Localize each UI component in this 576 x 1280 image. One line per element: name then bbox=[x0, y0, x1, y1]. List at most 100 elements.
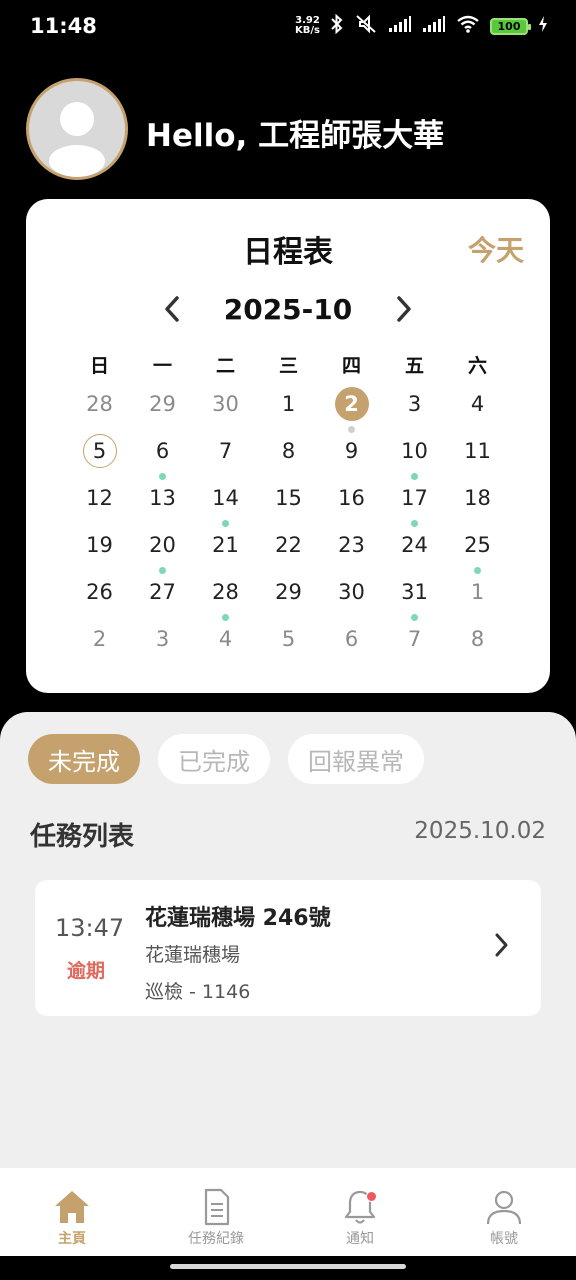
calendar-day-selected[interactable]: 2 bbox=[320, 387, 383, 434]
chevron-left-icon bbox=[164, 296, 179, 322]
calendar-day-number: 8 bbox=[470, 627, 485, 651]
nav-account[interactable]: 帳號 bbox=[444, 1188, 564, 1248]
calendar-day[interactable]: 25 bbox=[446, 528, 509, 575]
calendar-card: 日程表 今天 2025-10 日一二三四五六 28 29 30 1 2 3 4 5 6 7 8 9 10… bbox=[26, 199, 550, 693]
status-time: 11:48 bbox=[30, 14, 97, 38]
calendar-day[interactable]: 8 bbox=[257, 434, 320, 481]
calendar-day-number: 6 bbox=[344, 627, 359, 651]
nav-account-label: 帳號 bbox=[490, 1231, 518, 1247]
calendar-day[interactable]: 21 bbox=[194, 528, 257, 575]
event-indicator-dot bbox=[474, 567, 481, 574]
calendar-day[interactable]: 10 bbox=[383, 434, 446, 481]
nav-task-records-label: 任務紀錄 bbox=[188, 1231, 244, 1247]
weekday-label: 日 bbox=[89, 355, 109, 377]
calendar-day[interactable]: 29 bbox=[257, 575, 320, 622]
prev-month-button[interactable] bbox=[158, 291, 186, 327]
calendar-day[interactable]: 30 bbox=[194, 387, 257, 434]
calendar-day-number: 11 bbox=[464, 439, 491, 463]
calendar-day[interactable]: 27 bbox=[131, 575, 194, 622]
calendar-day[interactable]: 13 bbox=[131, 481, 194, 528]
calendar-day-number: 10 bbox=[401, 439, 428, 463]
weekday-label: 六 bbox=[467, 355, 487, 377]
calendar-day[interactable]: 7 bbox=[194, 434, 257, 481]
gesture-handle[interactable] bbox=[170, 1264, 406, 1269]
calendar-day[interactable]: 5 bbox=[257, 622, 320, 669]
calendar-day[interactable]: 28 bbox=[68, 387, 131, 434]
calendar-day[interactable]: 24 bbox=[383, 528, 446, 575]
calendar-day[interactable]: 6 bbox=[320, 622, 383, 669]
calendar-day[interactable]: 12 bbox=[68, 481, 131, 528]
calendar-day-number: 19 bbox=[86, 533, 113, 557]
nav-task-records[interactable]: 任務紀錄 bbox=[156, 1188, 276, 1248]
calendar-day[interactable]: 6 bbox=[131, 434, 194, 481]
charging-icon bbox=[538, 15, 548, 37]
calendar-day-number: 6 bbox=[155, 439, 170, 463]
calendar-day[interactable]: 31 bbox=[383, 575, 446, 622]
tab-incomplete[interactable]: 未完成 bbox=[28, 734, 140, 784]
status-bar: 11:48 3.92 KB/s 100 bbox=[0, 0, 576, 56]
calendar-day-number: 16 bbox=[338, 486, 365, 510]
nav-notifications[interactable]: 通知 bbox=[300, 1188, 420, 1248]
calendar-day[interactable]: 16 bbox=[320, 481, 383, 528]
weekday-label: 二 bbox=[215, 355, 235, 377]
event-indicator-dot bbox=[159, 473, 166, 480]
calendar-day[interactable]: 11 bbox=[446, 434, 509, 481]
weekday-label: 一 bbox=[152, 355, 172, 377]
calendar-day-number: 26 bbox=[86, 580, 113, 604]
tab-report-issue[interactable]: 回報異常 bbox=[288, 734, 424, 784]
calendar-day-number: 18 bbox=[464, 486, 491, 510]
next-month-button[interactable] bbox=[390, 291, 418, 327]
task-time: 13:47 bbox=[55, 914, 125, 942]
calendar-day[interactable]: 22 bbox=[257, 528, 320, 575]
task-card[interactable]: 13:47 逾期 花蓮瑞穗場 246號 花蓮瑞穗場 巡檢 - 1146 bbox=[35, 880, 541, 1016]
document-icon bbox=[204, 1188, 230, 1226]
calendar-day[interactable]: 3 bbox=[383, 387, 446, 434]
calendar-day-number: 8 bbox=[281, 439, 296, 463]
calendar-day-number: 17 bbox=[401, 486, 428, 510]
calendar-day[interactable]: 18 bbox=[446, 481, 509, 528]
weekday-label: 五 bbox=[404, 355, 424, 377]
nav-home[interactable]: 主頁 bbox=[12, 1188, 132, 1248]
bottom-nav: 主頁 任務紀錄 通知 帳號 bbox=[0, 1168, 576, 1256]
calendar-day-number: 31 bbox=[401, 580, 428, 604]
calendar-day[interactable]: 14 bbox=[194, 481, 257, 528]
calendar-day-number: 5 bbox=[281, 627, 296, 651]
avatar[interactable] bbox=[26, 78, 128, 180]
event-indicator-dot bbox=[348, 426, 355, 433]
calendar-day[interactable]: 4 bbox=[446, 387, 509, 434]
calendar-day[interactable]: 28 bbox=[194, 575, 257, 622]
calendar-day[interactable]: 1 bbox=[257, 387, 320, 434]
calendar-day[interactable]: 3 bbox=[131, 622, 194, 669]
calendar-day[interactable]: 20 bbox=[131, 528, 194, 575]
home-icon bbox=[55, 1191, 89, 1223]
calendar-day[interactable]: 29 bbox=[131, 387, 194, 434]
calendar-day[interactable]: 23 bbox=[320, 528, 383, 575]
signal-icon bbox=[388, 15, 412, 37]
calendar-day[interactable]: 17 bbox=[383, 481, 446, 528]
calendar-day[interactable]: 8 bbox=[446, 622, 509, 669]
calendar-day[interactable]: 2 bbox=[68, 622, 131, 669]
month-label: 2025-10 bbox=[223, 292, 353, 326]
battery-icon: 100 bbox=[490, 17, 531, 35]
event-indicator-dot bbox=[159, 567, 166, 574]
event-indicator-dot bbox=[411, 473, 418, 480]
calendar-day[interactable]: 1 bbox=[446, 575, 509, 622]
tab-completed[interactable]: 已完成 bbox=[158, 734, 270, 784]
calendar-day[interactable]: 26 bbox=[68, 575, 131, 622]
calendar-day[interactable]: 9 bbox=[320, 434, 383, 481]
calendar-day[interactable]: 19 bbox=[68, 528, 131, 575]
calendar-day[interactable]: 4 bbox=[194, 622, 257, 669]
calendar-day-today[interactable]: 5 bbox=[68, 434, 131, 481]
calendar-day-number: 7 bbox=[218, 439, 233, 463]
calendar-day-number: 9 bbox=[344, 439, 359, 463]
today-button[interactable]: 今天 bbox=[468, 229, 524, 269]
mute-icon bbox=[354, 14, 378, 38]
calendar-day[interactable]: 30 bbox=[320, 575, 383, 622]
calendar-day-number: 30 bbox=[212, 392, 239, 416]
calendar-day[interactable]: 7 bbox=[383, 622, 446, 669]
calendar-day[interactable]: 15 bbox=[257, 481, 320, 528]
calendar-day-number: 28 bbox=[86, 392, 113, 416]
event-indicator-dot bbox=[411, 520, 418, 527]
calendar-day-number: 21 bbox=[212, 533, 239, 557]
task-type: 巡檢 - 1146 bbox=[145, 981, 251, 1003]
